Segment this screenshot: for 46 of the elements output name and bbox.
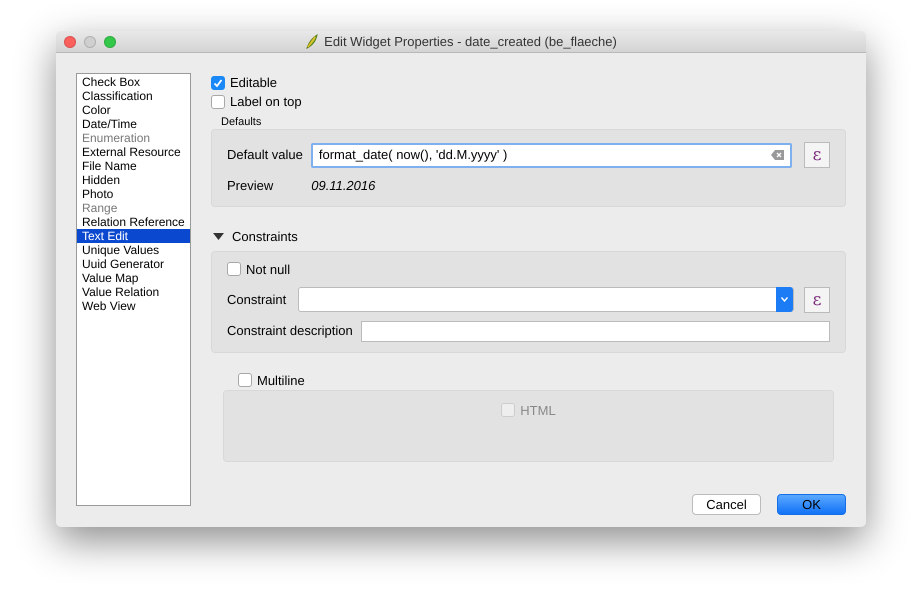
group-title: Defaults <box>221 115 262 129</box>
checkbox[interactable] <box>211 76 225 90</box>
checkbox[interactable] <box>227 262 241 276</box>
list-item[interactable]: Value Map <box>77 271 190 285</box>
list-item[interactable]: Unique Values <box>77 243 190 257</box>
preview-value: 09.11.2016 <box>311 177 376 195</box>
checkbox-label: Not null <box>246 260 290 278</box>
field-label: Default value <box>227 146 303 164</box>
expression-button[interactable]: ε <box>804 286 830 312</box>
text-field[interactable] <box>360 320 830 342</box>
list-item[interactable]: Photo <box>77 187 190 201</box>
field-label: Constraint <box>227 290 286 309</box>
list-item[interactable]: Hidden <box>77 173 190 187</box>
text-field[interactable]: format_date( now(), 'dd.M.yyyy' ) <box>310 142 792 168</box>
checkbox-label: Label on top <box>230 93 302 111</box>
list-item[interactable]: Date/Time <box>77 117 190 131</box>
window-title: Edit Widget Properties - date_created (be_flaeche) <box>324 32 617 51</box>
list-item[interactable]: Text Edit <box>77 229 190 243</box>
checkbox[interactable] <box>211 94 225 108</box>
list-item[interactable]: Web View <box>77 299 190 313</box>
checkbox-label: Editable <box>230 74 277 92</box>
combo-box[interactable] <box>298 287 794 312</box>
section-title: Constraints <box>232 228 298 246</box>
list-item[interactable]: External Resource <box>77 145 190 159</box>
checkbox-label: Multiline <box>257 372 305 390</box>
list-item[interactable]: Classification <box>77 89 190 103</box>
checkbox[interactable] <box>238 373 252 387</box>
close-button[interactable] <box>64 36 76 48</box>
expression-button[interactable]: ε <box>804 142 830 168</box>
field-label: Constraint description <box>227 322 353 340</box>
checkbox-label: HTML <box>520 402 556 420</box>
list-item[interactable]: Color <box>77 103 190 117</box>
clear-icon[interactable] <box>771 150 784 160</box>
minimize-button[interactable] <box>84 36 96 48</box>
field-label: Preview <box>227 177 274 195</box>
list-item[interactable]: Check Box <box>77 75 190 89</box>
ok-button[interactable]: OK <box>777 494 846 514</box>
cancel-button[interactable]: Cancel <box>692 494 761 514</box>
app-icon <box>305 34 320 49</box>
list-item[interactable]: File Name <box>77 159 190 173</box>
field-value: format_date( now(), 'dd.M.yyyy' ) <box>318 146 508 164</box>
zoom-button[interactable] <box>104 36 116 48</box>
list-item[interactable]: Value Relation <box>77 285 190 299</box>
list-item[interactable]: Uuid Generator <box>77 257 190 271</box>
collapse-arrow-icon[interactable] <box>213 232 224 242</box>
list-item[interactable]: Relation Reference <box>77 215 190 229</box>
